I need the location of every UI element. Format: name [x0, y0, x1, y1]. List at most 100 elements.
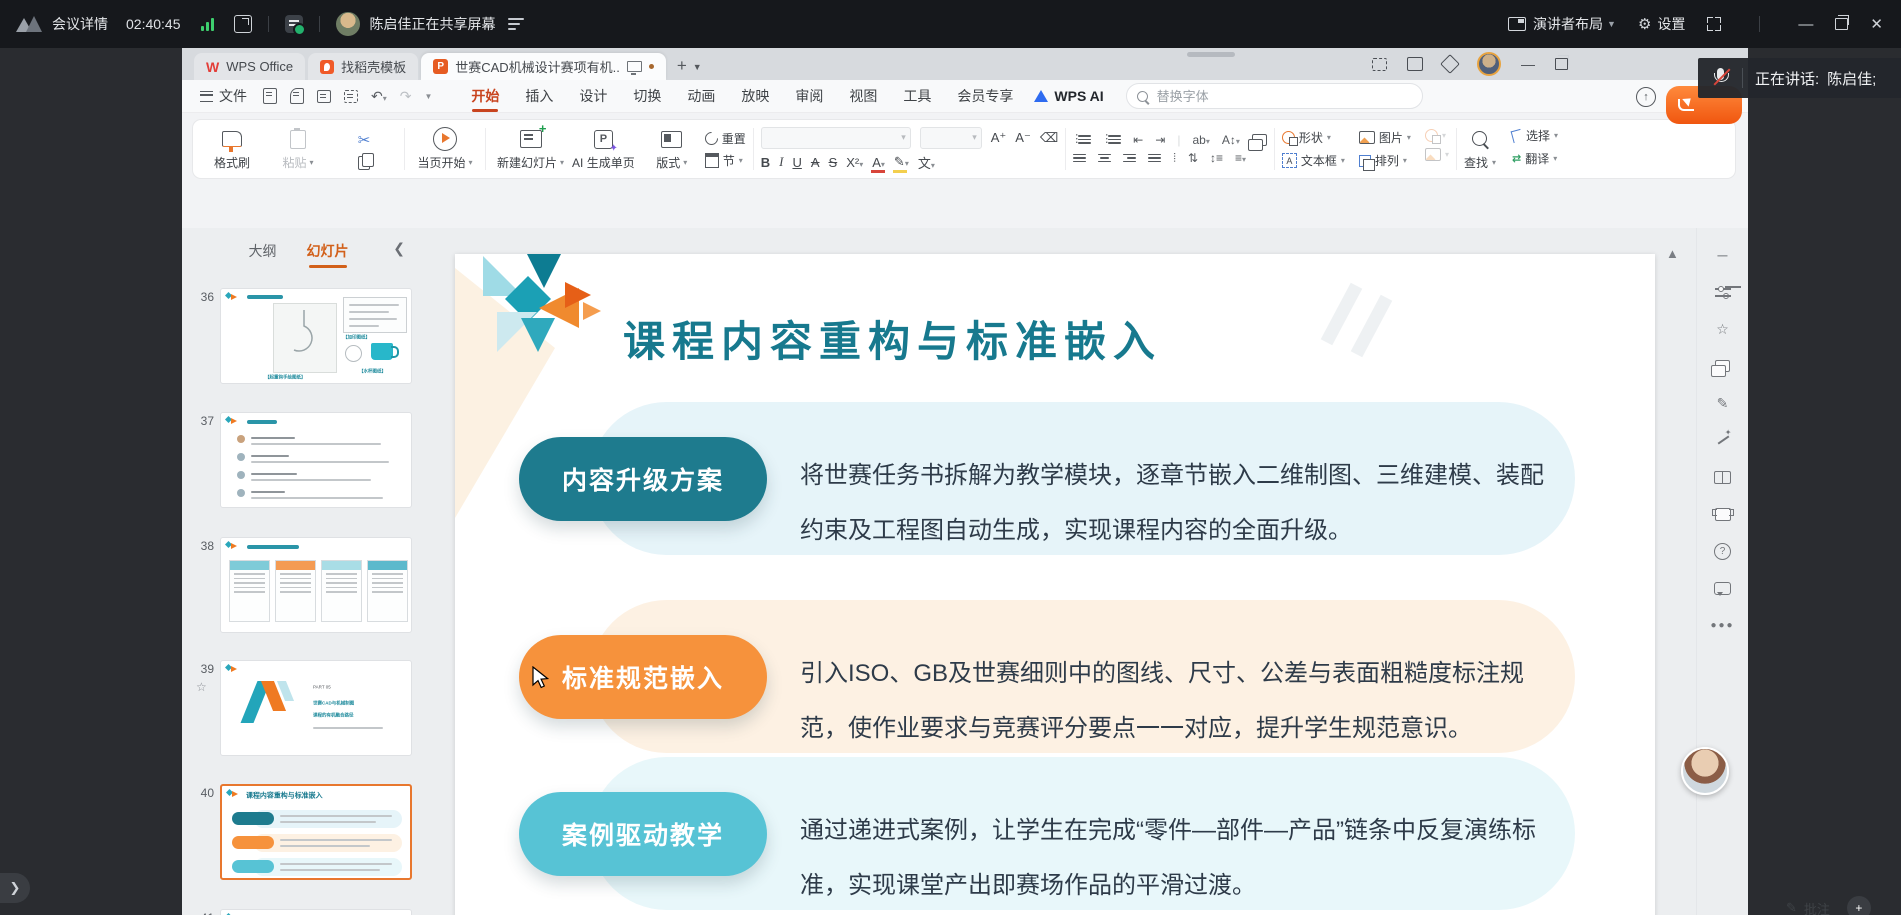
justify-button[interactable] — [1148, 154, 1161, 163]
picture-button[interactable]: 图片▾ — [1359, 129, 1411, 146]
line-options-button[interactable]: ≡▾ — [1235, 151, 1246, 165]
capture-icon[interactable] — [1372, 58, 1387, 71]
shapes-button[interactable]: 形状▾ — [1282, 129, 1345, 146]
object-properties-icon[interactable] — [1714, 283, 1732, 301]
tab-list-caret[interactable]: ▼ — [693, 62, 702, 72]
clear-format-button[interactable]: ⌫ — [1040, 130, 1058, 146]
cut-copy-stack[interactable]: ✂ — [331, 128, 397, 171]
decrease-font-button[interactable]: A⁻ — [1015, 130, 1031, 146]
menu-animation[interactable]: 动画 — [674, 80, 728, 112]
select-button[interactable]: 选择▾ — [1512, 127, 1558, 144]
transition-switch-icon[interactable] — [1714, 357, 1732, 375]
section-button[interactable]: 节▾ — [705, 152, 746, 169]
share-export-icon[interactable] — [234, 15, 252, 33]
tab-wps-office[interactable]: W WPS Office — [194, 53, 305, 80]
print-preview-icon[interactable] — [344, 90, 358, 103]
wps-minimize-button[interactable]: — — [1521, 56, 1535, 72]
format-painter-button[interactable]: 格式刷 — [199, 127, 265, 171]
help-icon[interactable]: ? — [1714, 542, 1732, 560]
collapse-strip-icon[interactable]: ─ — [1714, 246, 1732, 264]
settings-button[interactable]: ⚙ 设置 — [1638, 14, 1685, 34]
upload-cloud-icon[interactable]: ↑ — [1636, 87, 1656, 107]
phonetic-button[interactable]: 文▾ — [918, 153, 935, 172]
superscript-button[interactable]: X²▾ — [846, 155, 863, 170]
layout-switch-button[interactable]: 演讲者布局 ▼ — [1508, 14, 1616, 34]
wps-doc-icon[interactable] — [285, 15, 303, 33]
menu-view[interactable]: 视图 — [836, 80, 890, 112]
tab-current-document[interactable]: P 世赛CAD机械设计赛项有机.. — [421, 53, 666, 80]
magic-wand-icon[interactable] — [1714, 431, 1732, 449]
slide-thumbnail-36[interactable]: 36 【加印图纸】 — [182, 288, 415, 385]
star-icon[interactable]: ☆ — [196, 680, 207, 694]
scroll-up-button[interactable]: ▲ — [1666, 246, 1679, 261]
find-button[interactable]: 查找▾ — [1464, 154, 1496, 171]
para-spacing-button[interactable]: ↕≡ — [1210, 151, 1223, 165]
restore-button[interactable] — [1835, 18, 1848, 30]
side-panel-toggle[interactable]: ❯ — [0, 873, 30, 903]
meeting-detail-button[interactable]: 会议详情 — [52, 14, 108, 34]
participant-video-bubble[interactable] — [1681, 747, 1729, 795]
undo-button[interactable]: ↶▾ — [371, 88, 387, 105]
menu-member[interactable]: 会员专享 — [944, 80, 1026, 112]
cube-icon[interactable] — [1440, 54, 1460, 74]
skin-theme-icon[interactable] — [1714, 505, 1732, 523]
bullet-list-button[interactable] — [1073, 135, 1091, 144]
text-direction-button[interactable]: ab▾ — [1192, 133, 1209, 147]
annotate-circle-button[interactable]: + — [1847, 896, 1871, 915]
menu-home[interactable]: 开始 — [458, 80, 512, 112]
qat-caret[interactable]: ▼ — [424, 92, 432, 101]
redo-button[interactable]: ↷ — [400, 88, 412, 105]
print-icon[interactable] — [317, 90, 331, 103]
layout-button[interactable]: 版式▾ — [639, 127, 705, 171]
slide-thumbnail-40-selected[interactable]: 40 课程内容重构与标准嵌入 — [182, 784, 415, 881]
font-size-select[interactable]: ▾ — [920, 127, 982, 149]
play-from-page-button[interactable]: 当页开始▾ — [412, 127, 478, 171]
output-icon[interactable] — [290, 88, 304, 104]
italic-button[interactable]: I — [779, 154, 783, 170]
menu-slideshow[interactable]: 放映 — [728, 80, 782, 112]
convert-smartart-icon[interactable] — [1252, 134, 1267, 146]
menu-tools[interactable]: 工具 — [890, 80, 944, 112]
slide-thumbnail-38[interactable]: 38 — [182, 537, 415, 634]
char-strike-button[interactable]: A — [811, 155, 820, 170]
menu-review[interactable]: 审阅 — [782, 80, 836, 112]
slide-thumbnail-41[interactable]: 41 — [182, 909, 415, 915]
textbox-button[interactable]: A文本框▾ — [1282, 152, 1345, 169]
annotate-button[interactable]: 批注 — [1804, 899, 1830, 915]
line-spacing-button[interactable]: ⇅ — [1188, 151, 1198, 165]
search-input[interactable] — [1155, 88, 1412, 105]
highlight-button[interactable]: ✎▾ — [894, 154, 909, 170]
outdent-button[interactable]: ⇤ — [1133, 133, 1143, 147]
fullscreen-button[interactable] — [1707, 17, 1721, 31]
arrange-button[interactable]: 排列▾ — [1359, 152, 1411, 169]
wps-ai-button[interactable]: WPS AI — [1034, 88, 1103, 104]
translate-button[interactable]: ⇄翻译▾ — [1512, 150, 1558, 167]
menu-design[interactable]: 设计 — [566, 80, 620, 112]
window-drag-handle[interactable] — [1187, 52, 1235, 57]
text-sort-button[interactable]: A↕▾ — [1222, 133, 1240, 147]
slide-thumbnail-39[interactable]: 39 ☆ PART 05 世赛CAD与机械制图 课程的有机融合路径 — [182, 660, 415, 757]
slide-canvas[interactable]: 课程内容重构与标准嵌入 内容升级方案 将世赛任务书拆解为教学模块，逐章节嵌入二维… — [455, 254, 1655, 915]
comment-icon[interactable] — [1714, 579, 1732, 597]
font-color-button[interactable]: A▾ — [872, 155, 885, 170]
collapse-panel-button[interactable]: ❮ — [393, 240, 405, 257]
align-left-button[interactable] — [1073, 154, 1086, 163]
numbered-list-button[interactable] — [1103, 135, 1121, 144]
bold-button[interactable]: B — [761, 155, 770, 170]
increase-font-button[interactable]: A⁺ — [991, 130, 1007, 146]
reset-button[interactable]: 重置 — [705, 130, 746, 147]
menu-transition[interactable]: 切换 — [620, 80, 674, 112]
save-icon[interactable] — [263, 88, 277, 104]
slide-thumbnail-37[interactable]: 37 — [182, 412, 415, 509]
wps-restore-button[interactable] — [1555, 58, 1568, 70]
underline-button[interactable]: U — [792, 155, 801, 170]
font-name-select[interactable]: ▾ — [761, 127, 911, 149]
tab-docer-templates[interactable]: 找稻壳模板 — [308, 53, 418, 80]
new-slide-button[interactable]: 新建幻灯片▾ — [493, 127, 568, 171]
animation-star-icon[interactable]: ☆ — [1714, 320, 1732, 338]
tab-outline[interactable]: 大纲 — [249, 241, 277, 261]
share-list-icon[interactable] — [508, 18, 524, 30]
align-center-button[interactable] — [1098, 154, 1111, 163]
ai-generate-page-button[interactable]: P AI 生成单页 — [568, 127, 639, 171]
more-icon[interactable]: ●●● — [1714, 616, 1732, 634]
